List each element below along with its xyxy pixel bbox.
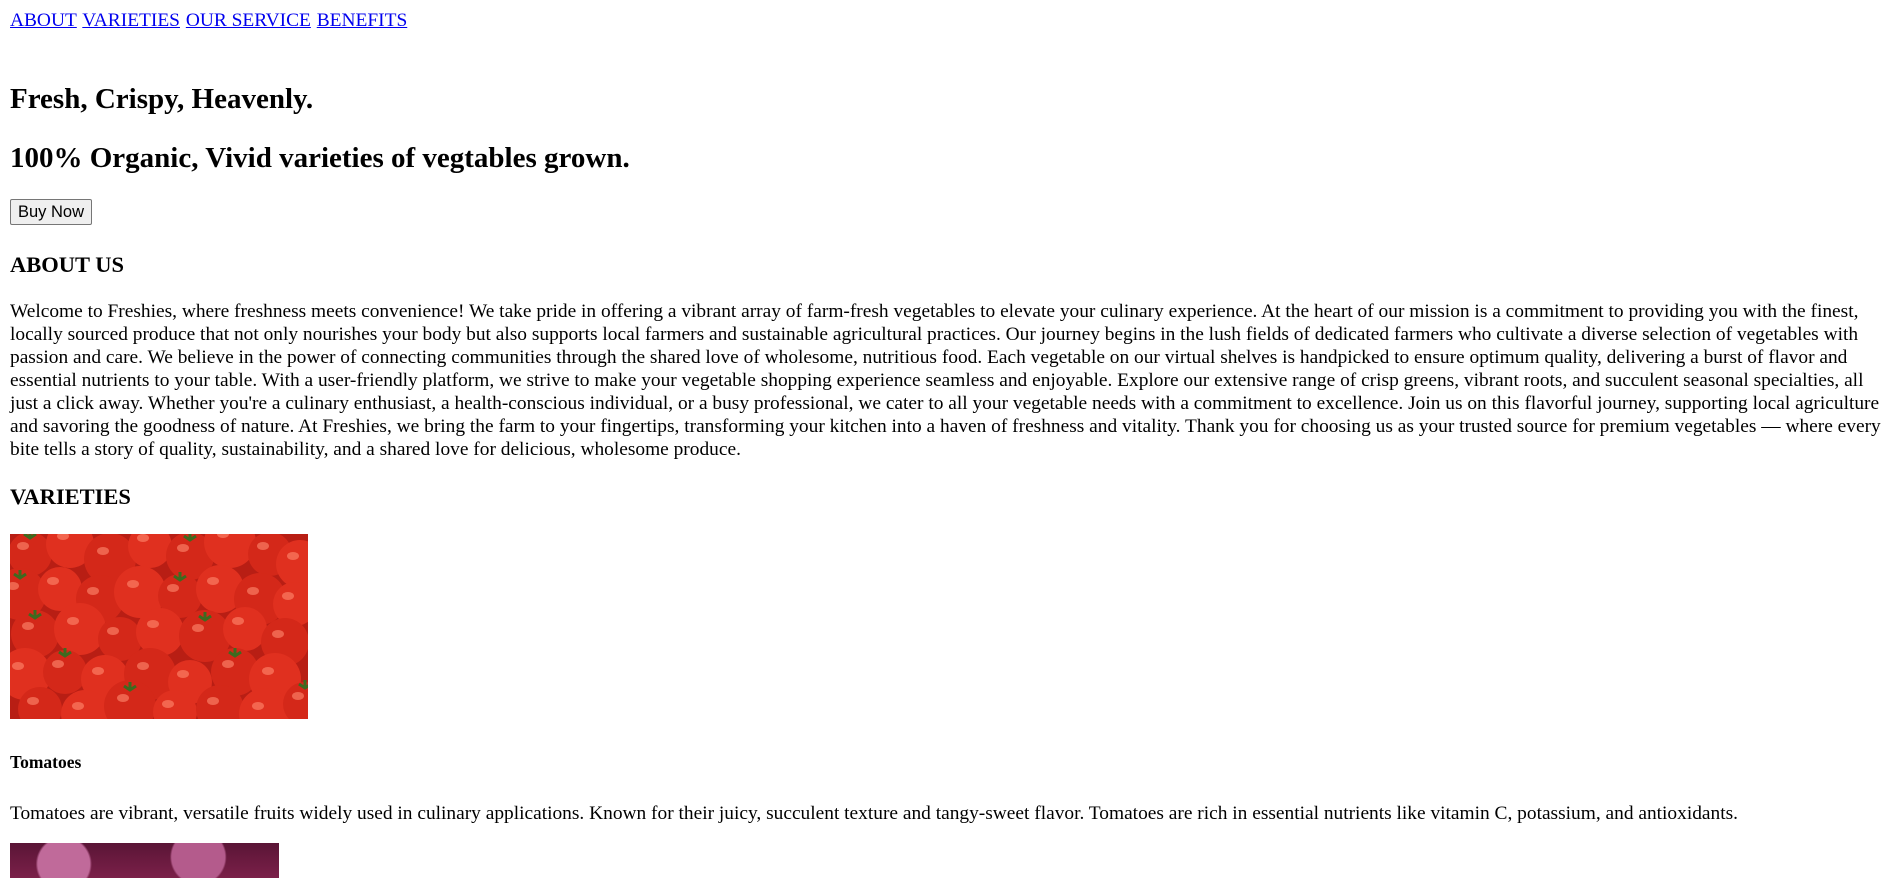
tomatoes-photo-graphic <box>10 534 308 719</box>
nav-link-our-service[interactable]: OUR SERVICE <box>186 10 311 31</box>
about-heading: ABOUT US <box>10 252 124 277</box>
about-text: Welcome to Freshies, where freshness mee… <box>10 301 1881 460</box>
nav-link-varieties[interactable]: VARIETIES <box>82 10 180 31</box>
hero-subtitle: 100% Organic, Vivid varieties of vegtabl… <box>10 142 630 174</box>
variety-name: Tomatoes <box>10 752 82 772</box>
top-nav: ABOUT VARIETIES OUR SERVICE BENEFITS <box>10 9 408 32</box>
nav-link-benefits[interactable]: BENEFITS <box>317 10 408 31</box>
onions-image <box>10 843 279 878</box>
hero-title: Fresh, Crispy, Heavenly. <box>10 83 314 115</box>
varieties-heading: VARIETIES <box>10 484 131 509</box>
buy-now-button[interactable]: Buy Now <box>10 199 93 225</box>
nav-link-about[interactable]: ABOUT <box>10 10 77 31</box>
variety-description: Tomatoes are vibrant, versatile fruits w… <box>10 803 1738 824</box>
tomatoes-image <box>10 534 308 719</box>
